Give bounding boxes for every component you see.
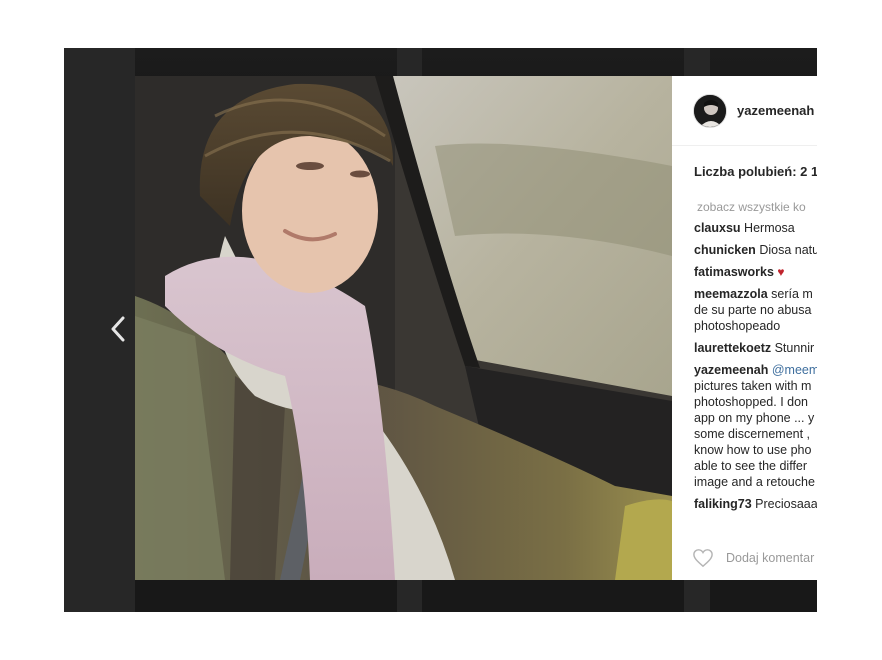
comment-text-line: some discernement , [694,427,811,441]
comment-item: yazemeenah @meem pictures taken with m p… [694,362,817,490]
view-all-comments-link[interactable]: zobacz wszystkie ko [672,179,817,214]
comment-username[interactable]: chunicken [694,243,756,257]
comment-text: Stunnir [774,341,815,355]
comment-item: meemazzola sería m de su parte no abusa … [694,286,817,334]
comment-text-line: know how to use pho [694,443,812,457]
comment-text-line: de su parte no abusa [694,303,812,317]
post-photo[interactable] [135,76,672,580]
comment-item: fatimasworks ♥ [694,264,817,280]
post-username[interactable]: yazemeenah [737,103,814,118]
comment-username[interactable]: clauxsu [694,221,741,235]
comment-text: Hermosa [744,221,795,235]
comment-text-line: image and a retouche [694,475,815,489]
comment-username[interactable]: meemazzola [694,287,768,301]
add-comment-bar: Dodaj komentar [672,536,817,580]
comment-text: Preciosaaa [755,497,817,511]
chevron-left-icon [111,316,125,342]
comment-username[interactable]: laurettekoetz [694,341,771,355]
likes-count[interactable]: Liczba polubień: 2 18 [672,146,817,179]
post-modal: yazemeenah Liczba polubień: 2 18 zobacz … [135,76,817,580]
comment-username[interactable]: faliking73 [694,497,752,511]
comment-item: clauxsu Hermosa [694,220,817,236]
heart-outline-icon[interactable] [692,548,714,568]
heart-icon: ♥ [777,265,785,279]
comment-item: faliking73 Preciosaaa [694,496,817,512]
comment-mention[interactable]: @meem [772,363,817,377]
post-header: yazemeenah [672,76,817,146]
post-sidebar: yazemeenah Liczba polubień: 2 18 zobacz … [672,76,817,580]
comment-list: clauxsu Hermosa chunicken Diosa natu fat… [672,214,817,512]
comment-text-line: pictures taken with m [694,379,812,393]
comment-text: Diosa natu [759,243,817,257]
comment-item: laurettekoetz Stunnir [694,340,817,356]
comment-username[interactable]: yazemeenah [694,363,768,377]
avatar[interactable] [693,93,727,128]
comment-username[interactable]: fatimasworks [694,265,774,279]
comment-text: sería m [771,287,813,301]
post-photo-image [135,76,672,580]
comment-text-line: photoshopeado [694,319,781,333]
comment-text-line: app on my phone ... y [694,411,815,425]
previous-post-button[interactable] [104,313,132,345]
comment-item: chunicken Diosa natu [694,242,817,258]
add-comment-input[interactable]: Dodaj komentar [726,551,814,565]
avatar-image [694,94,726,127]
comment-text-line: photoshopped. I don [694,395,808,409]
comment-text-line: able to see the differ [694,459,808,473]
